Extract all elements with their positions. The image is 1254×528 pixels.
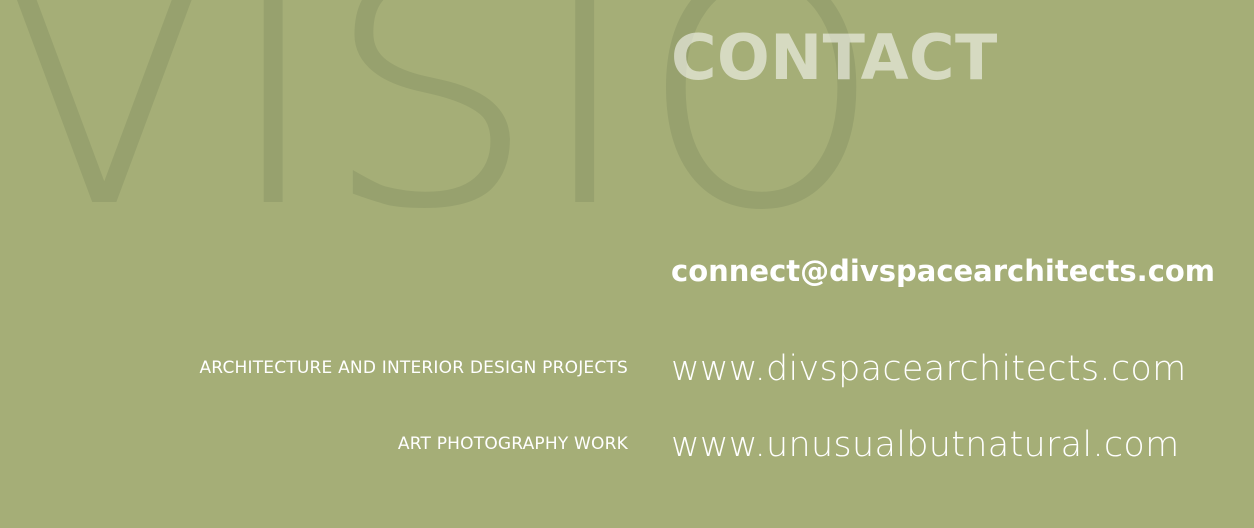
email-link[interactable]: connect@divspacearchitects.com [671,254,1215,289]
website-link-architecture[interactable]: www.divspacearchitects.com [671,349,1186,389]
website-link-photography[interactable]: www.unusualbutnatural.com [671,425,1180,465]
link-row-photography: ART PHOTOGRAPHY WORK www.unusualbutnatur… [0,418,1254,478]
link-label-architecture: ARCHITECTURE AND INTERIOR DESIGN PROJECT… [199,358,628,378]
page-title: CONTACT [671,21,998,94]
contact-page: visio CONTACT connect@divspacearchitects… [0,0,1254,528]
link-label-photography: ART PHOTOGRAPHY WORK [397,434,628,454]
link-row-architecture: ARCHITECTURE AND INTERIOR DESIGN PROJECT… [0,342,1254,402]
